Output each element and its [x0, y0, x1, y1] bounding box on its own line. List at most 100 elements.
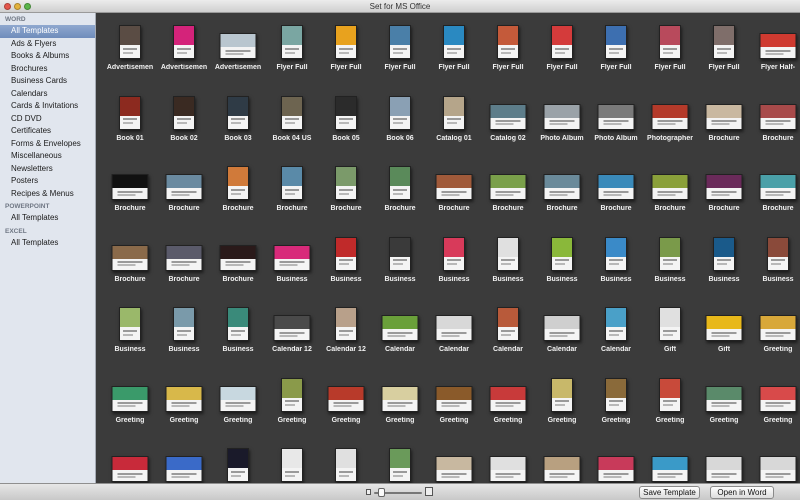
template-tile[interactable]: Brochure: [371, 164, 429, 224]
template-tile[interactable]: Flyer Full: [587, 23, 645, 83]
template-tile[interactable]: Calendar 12: [263, 305, 321, 365]
template-tile[interactable]: Business: [155, 305, 213, 365]
template-thumbnail[interactable]: [111, 174, 149, 200]
template-tile[interactable]: Brochure: [155, 235, 213, 295]
template-tile[interactable]: Greeting: [371, 376, 429, 436]
template-tile[interactable]: Catalog 01: [425, 94, 483, 154]
template-thumbnail[interactable]: [597, 174, 635, 200]
template-thumbnail[interactable]: [705, 103, 743, 130]
template-thumbnail[interactable]: [173, 307, 195, 341]
template-tile[interactable]: Business: [209, 305, 267, 365]
template-tile[interactable]: Greeting: [533, 376, 591, 436]
template-thumbnail[interactable]: [659, 236, 681, 271]
sidebar-item[interactable]: Certificates: [0, 125, 95, 138]
template-thumbnail[interactable]: [767, 236, 789, 271]
template-thumbnail[interactable]: [335, 448, 357, 482]
sidebar-item[interactable]: Business Cards: [0, 75, 95, 88]
template-thumbnail[interactable]: [173, 25, 195, 59]
template-tile[interactable]: Greeting: [425, 376, 483, 436]
template-thumbnail[interactable]: [759, 315, 797, 341]
template-thumbnail[interactable]: [389, 25, 411, 59]
template-tile[interactable]: Calendar 12: [317, 305, 375, 365]
template-tile[interactable]: Greeting: [479, 376, 537, 436]
save-template-button[interactable]: Save Template: [639, 486, 700, 499]
template-thumbnail[interactable]: [435, 385, 473, 412]
template-thumbnail[interactable]: [597, 103, 635, 130]
template-tile[interactable]: Flyer Full: [479, 23, 537, 83]
template-tile[interactable]: Business: [371, 235, 429, 295]
sidebar-item[interactable]: Cards & Invitations: [0, 100, 95, 113]
template-tile[interactable]: Business: [263, 235, 321, 295]
template-tile[interactable]: Business: [587, 235, 645, 295]
template-thumbnail[interactable]: [489, 456, 527, 482]
template-tile[interactable]: [263, 446, 321, 483]
template-tile[interactable]: [101, 446, 159, 483]
template-thumbnail[interactable]: [227, 166, 249, 200]
template-tile[interactable]: [209, 446, 267, 483]
template-tile[interactable]: Greeting: [587, 376, 645, 436]
template-tile[interactable]: Business: [641, 235, 699, 295]
template-tile[interactable]: Flyer Full: [317, 23, 375, 83]
template-tile[interactable]: Brochure: [263, 164, 321, 224]
template-thumbnail[interactable]: [659, 377, 681, 412]
template-thumbnail[interactable]: [227, 448, 249, 482]
template-thumbnail[interactable]: [713, 236, 735, 271]
template-tile[interactable]: Brochure: [479, 164, 537, 224]
template-tile[interactable]: Business: [101, 305, 159, 365]
template-thumbnail[interactable]: [335, 25, 357, 59]
template-thumbnail[interactable]: [497, 25, 519, 59]
template-thumbnail[interactable]: [543, 103, 581, 130]
template-tile[interactable]: Flyer Full: [371, 23, 429, 83]
zoom-slider-handle[interactable]: [378, 488, 385, 497]
template-tile[interactable]: Calendar: [371, 305, 429, 365]
template-tile[interactable]: Gift: [695, 305, 753, 365]
open-in-word-button[interactable]: Open in Word: [710, 486, 774, 499]
template-thumbnail[interactable]: [111, 385, 149, 412]
template-thumbnail[interactable]: [659, 307, 681, 341]
template-thumbnail[interactable]: [227, 95, 249, 130]
template-thumbnail[interactable]: [759, 385, 797, 412]
template-thumbnail[interactable]: [759, 174, 797, 200]
template-tile[interactable]: Business: [533, 235, 591, 295]
template-tile[interactable]: [749, 446, 800, 483]
template-tile[interactable]: [695, 446, 753, 483]
sidebar-item[interactable]: All Templates: [0, 237, 95, 250]
template-thumbnail[interactable]: [111, 244, 149, 271]
sidebar-item[interactable]: Miscellaneous: [0, 150, 95, 163]
template-thumbnail[interactable]: [273, 315, 311, 341]
template-thumbnail[interactable]: [273, 244, 311, 271]
template-thumbnail[interactable]: [165, 385, 203, 412]
sidebar-item[interactable]: Brochures: [0, 63, 95, 76]
template-thumbnail[interactable]: [443, 25, 465, 59]
template-tile[interactable]: Brochure: [209, 235, 267, 295]
template-thumbnail[interactable]: [651, 103, 689, 130]
template-thumbnail[interactable]: [759, 456, 797, 482]
template-thumbnail[interactable]: [605, 236, 627, 271]
template-tile[interactable]: Brochure: [155, 164, 213, 224]
template-tile[interactable]: [425, 446, 483, 483]
sidebar-item[interactable]: Newsletters: [0, 163, 95, 176]
template-thumbnail[interactable]: [227, 307, 249, 341]
template-thumbnail[interactable]: [335, 236, 357, 271]
template-tile[interactable]: Flyer Full: [533, 23, 591, 83]
template-thumbnail[interactable]: [165, 174, 203, 200]
template-thumbnail[interactable]: [705, 315, 743, 341]
template-thumbnail[interactable]: [443, 236, 465, 271]
template-tile[interactable]: Calendar: [533, 305, 591, 365]
sidebar-item[interactable]: Books & Albums: [0, 50, 95, 63]
sidebar-item[interactable]: Forms & Envelopes: [0, 138, 95, 151]
template-tile[interactable]: Brochure: [209, 164, 267, 224]
template-tile[interactable]: Business: [695, 235, 753, 295]
template-thumbnail[interactable]: [335, 307, 357, 341]
template-tile[interactable]: Flyer Full: [695, 23, 753, 83]
template-tile[interactable]: Greeting: [749, 305, 800, 365]
template-thumbnail[interactable]: [389, 95, 411, 130]
template-thumbnail[interactable]: [759, 33, 797, 59]
template-tile[interactable]: Calendar: [479, 305, 537, 365]
template-thumbnail[interactable]: [119, 307, 141, 341]
template-thumbnail[interactable]: [381, 385, 419, 412]
template-thumbnail[interactable]: [281, 377, 303, 412]
template-tile[interactable]: Advertisemen: [101, 23, 159, 83]
template-tile[interactable]: Business: [479, 235, 537, 295]
template-thumbnail[interactable]: [551, 25, 573, 59]
